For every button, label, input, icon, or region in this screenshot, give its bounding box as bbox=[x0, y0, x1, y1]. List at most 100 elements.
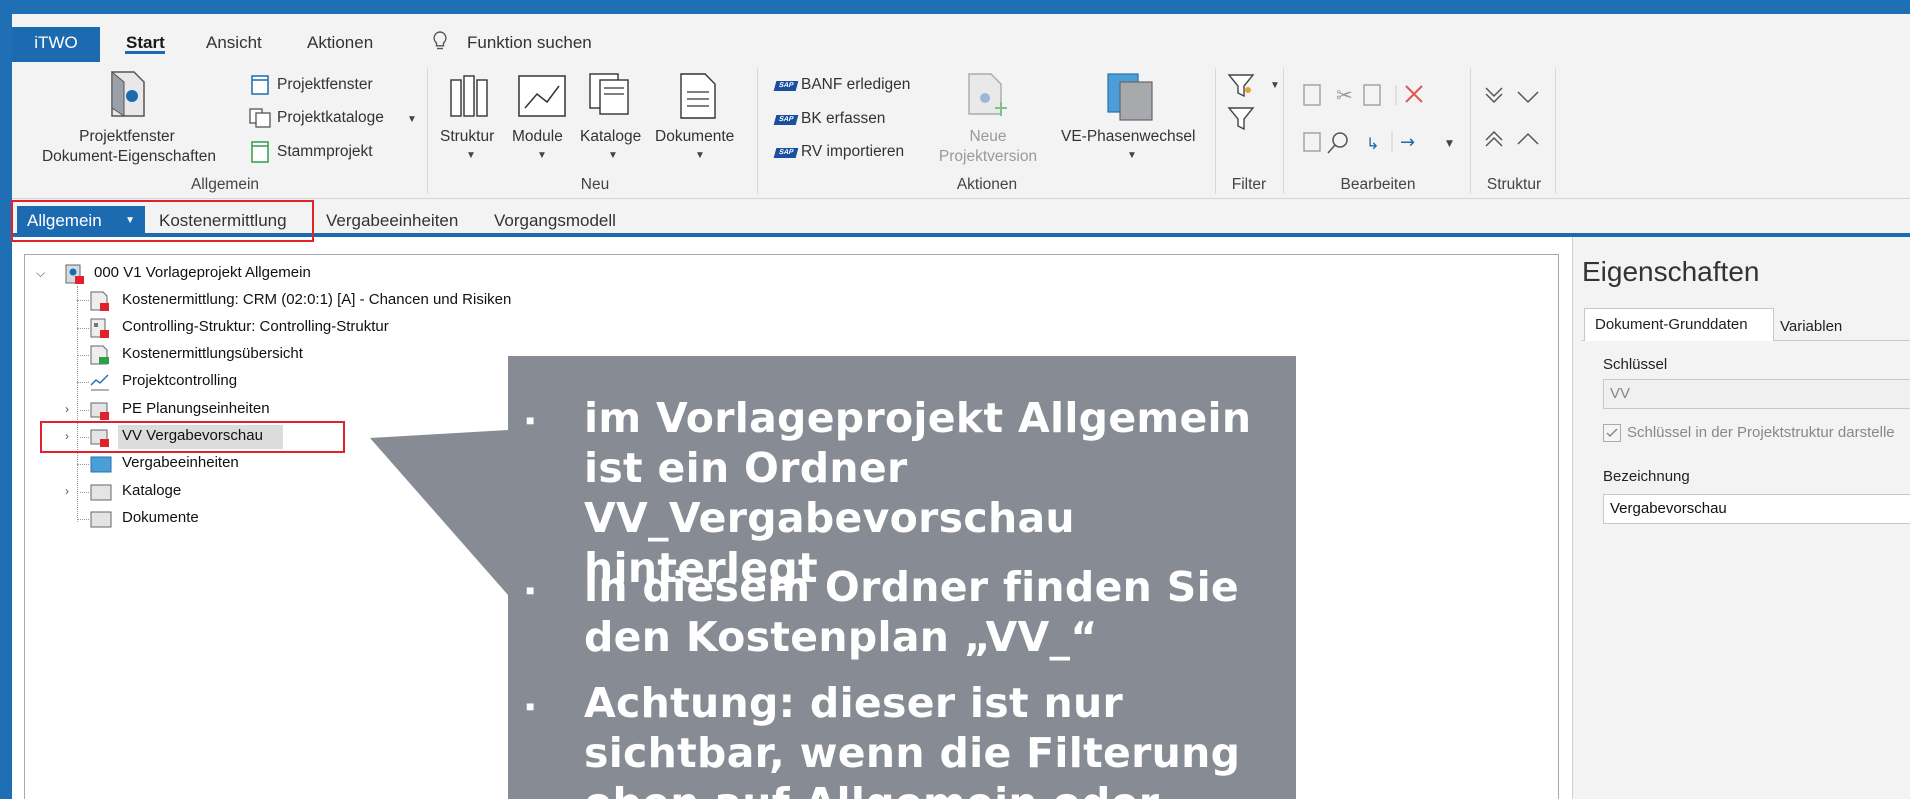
chevron-down-icon: ▼ bbox=[695, 150, 705, 161]
filter-icon[interactable] bbox=[1226, 72, 1260, 134]
ribbon-separator bbox=[1470, 68, 1471, 194]
window-left-edge bbox=[0, 14, 12, 799]
struktur-label: Struktur bbox=[440, 128, 495, 145]
properties-title: Eigenschaften bbox=[1582, 256, 1760, 287]
neue-label-1: Neue bbox=[969, 128, 1007, 145]
edit-toolbar-row1: ✂ bbox=[1303, 83, 1423, 107]
structure-document-locked-icon bbox=[90, 318, 109, 338]
ribbon-separator bbox=[1283, 68, 1284, 194]
chevron-down-icon: ▼ bbox=[537, 150, 547, 161]
ribbon-separator bbox=[427, 68, 428, 194]
module-label: Module bbox=[512, 128, 563, 145]
tree-item-label: Vergabeeinheiten bbox=[122, 454, 239, 471]
function-search[interactable]: Funktion suchen bbox=[467, 33, 592, 53]
phase-change-icon bbox=[1107, 73, 1153, 121]
folder-icon bbox=[90, 511, 112, 528]
menu-tab-start[interactable]: Start bbox=[126, 33, 165, 53]
menu-tab-start-underline bbox=[125, 51, 165, 54]
tree-item-label: PE Planungseinheiten bbox=[122, 400, 270, 417]
projektfenster-label: Projektfenster bbox=[277, 76, 373, 93]
schluessel-checkbox-label: Schlüssel in der Projektstruktur darstel… bbox=[1627, 424, 1895, 441]
group-label-allgemein: Allgemein bbox=[190, 176, 260, 193]
folder-icon bbox=[90, 484, 112, 501]
ve-label: VE-Phasenwechsel bbox=[1061, 128, 1196, 145]
tree-connector bbox=[77, 300, 89, 301]
chevron-down-icon: ▼ bbox=[1127, 150, 1137, 161]
expand-collapse-icons[interactable] bbox=[1482, 82, 1546, 154]
bullet-square-icon: ■ bbox=[526, 582, 535, 598]
kataloge-label: Kataloge bbox=[580, 128, 642, 145]
controlling-chart-icon bbox=[90, 374, 109, 391]
folder-blue-icon bbox=[90, 456, 112, 473]
chevron-down-icon: ▼ bbox=[608, 150, 618, 161]
tree-item-label: Kostenermittlung: CRM (02:0:1) [A] - Cha… bbox=[122, 291, 512, 308]
callout-bullet-2: in diesem Ordner finden Sie den Kostenpl… bbox=[584, 563, 1240, 661]
tree-item-label: Projektcontrolling bbox=[122, 372, 238, 389]
chevron-down-icon[interactable]: ⌵ bbox=[36, 262, 45, 284]
chevron-down-icon[interactable]: ▼ bbox=[1270, 80, 1280, 91]
highlight-box-tabs bbox=[11, 200, 314, 242]
catalogs-icon bbox=[589, 73, 629, 115]
annotation-callout: ■ im Vorlageprojekt Allgemein ist ein Or… bbox=[508, 356, 1296, 799]
schluessel-field: VV bbox=[1603, 379, 1910, 409]
bullet-square-icon: ■ bbox=[526, 698, 535, 714]
menu-tab-ansicht[interactable]: Ansicht bbox=[206, 33, 262, 53]
ribbon-separator bbox=[1555, 68, 1556, 194]
callout-bullet-3: Achtung: dieser ist nur sichtbar, wenn d… bbox=[584, 679, 1241, 799]
context-tab-vorgangsmodell[interactable]: Vorgangsmodell bbox=[494, 211, 616, 231]
sap-icon: SAP bbox=[773, 115, 799, 125]
module-icon bbox=[518, 75, 566, 117]
overview-document-icon bbox=[90, 345, 109, 365]
folder-locked-icon bbox=[90, 402, 109, 420]
tree-connector bbox=[77, 519, 89, 520]
group-label-struktur: Struktur bbox=[1486, 176, 1542, 193]
properties-tab-variablen[interactable]: Variablen bbox=[1780, 318, 1842, 335]
tree-item-label: Kostenermittlungsübersicht bbox=[122, 345, 303, 362]
neue-label-2: Projektversion bbox=[938, 148, 1038, 165]
schluessel-checkbox[interactable] bbox=[1603, 424, 1621, 442]
group-label-bearbeiten: Bearbeiten bbox=[1340, 176, 1416, 193]
tree-connector bbox=[77, 328, 89, 329]
menu-bar bbox=[12, 14, 1910, 62]
edit-toolbar-row2: ↳ → ▼ bbox=[1303, 132, 1453, 154]
projektfenster-doc-label-2: Dokument-Eigenschaften bbox=[41, 148, 217, 165]
svg-text:→: → bbox=[1400, 132, 1415, 153]
schluessel-label: Schlüssel bbox=[1603, 356, 1668, 373]
structure-icon bbox=[450, 75, 488, 117]
tree-item-label: Dokumente bbox=[122, 509, 199, 526]
bezeichnung-label: Bezeichnung bbox=[1603, 468, 1690, 485]
tree-connector bbox=[77, 355, 89, 356]
banf-label: BANF erledigen bbox=[801, 76, 911, 93]
new-version-icon bbox=[968, 73, 1007, 116]
chevron-down-icon: ▼ bbox=[466, 150, 476, 161]
document-icon bbox=[680, 73, 716, 119]
chevron-right-icon[interactable]: › bbox=[65, 480, 69, 502]
tree-item-label: Kataloge bbox=[122, 482, 182, 499]
properties-tab-grunddaten[interactable]: Dokument-Grunddaten bbox=[1584, 308, 1774, 341]
stammprojekt-icon bbox=[251, 141, 269, 163]
highlight-box-tree bbox=[40, 421, 345, 453]
dokumente-label: Dokumente bbox=[655, 128, 735, 145]
bullet-square-icon: ■ bbox=[526, 412, 535, 428]
stammprojekt-label: Stammprojekt bbox=[277, 143, 373, 160]
tree-item-kostenermittlung[interactable]: Kostenermittlung: CRM (02:0:1) [A] - Cha… bbox=[89, 289, 689, 311]
projektfenster-doc-label-1: Projektfenster bbox=[79, 128, 175, 145]
projektkataloge-label: Projektkataloge bbox=[277, 109, 384, 126]
lightbulb-icon bbox=[433, 31, 447, 50]
chevron-right-icon[interactable]: › bbox=[65, 398, 69, 420]
tree-root[interactable]: ⌵ 000 V1 Vorlageprojekt Allgemein bbox=[36, 262, 436, 284]
menu-tab-aktionen[interactable]: Aktionen bbox=[307, 33, 373, 53]
project-icon bbox=[65, 264, 84, 284]
group-label-neu: Neu bbox=[580, 176, 610, 193]
tree-connector bbox=[77, 382, 89, 383]
ribbon-separator bbox=[757, 68, 758, 194]
group-label-aktionen: Aktionen bbox=[956, 176, 1018, 193]
tree-item-controlling-struktur[interactable]: Controlling-Struktur: Controlling-Strukt… bbox=[89, 316, 689, 338]
bezeichnung-field[interactable]: Vergabevorschau bbox=[1603, 494, 1910, 524]
sap-icon: SAP bbox=[773, 148, 799, 158]
group-label-filter: Filter bbox=[1231, 176, 1267, 193]
sap-icon: SAP bbox=[773, 81, 799, 91]
context-tab-vergabeeinheiten[interactable]: Vergabeeinheiten bbox=[326, 211, 458, 231]
menu-tab-itwo[interactable]: iTWO bbox=[12, 27, 100, 62]
window-icon bbox=[251, 75, 269, 95]
